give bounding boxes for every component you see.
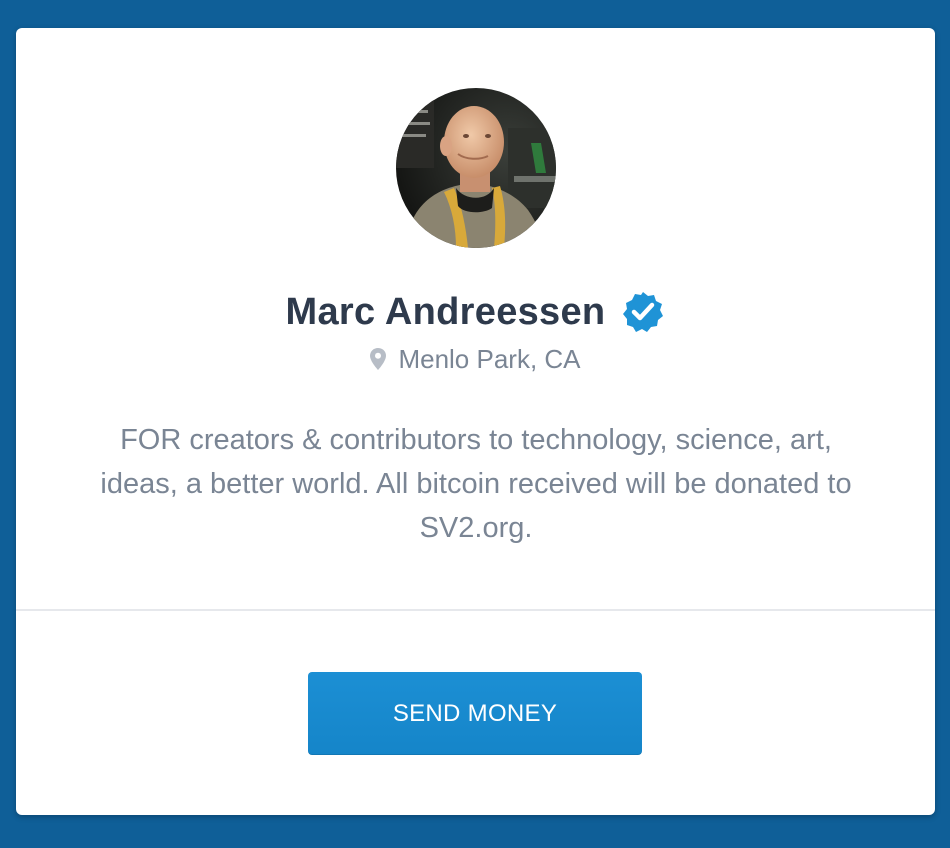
avatar-photo: [396, 88, 556, 248]
avatar: [396, 88, 556, 248]
divider: [16, 609, 935, 611]
map-pin-icon: [370, 348, 387, 370]
send-money-button[interactable]: SEND MONEY: [308, 672, 642, 755]
profile-location: Menlo Park, CA: [398, 343, 581, 374]
profile-header: Marc Andreessen Menlo Park, CA FOR creat…: [16, 28, 935, 610]
profile-bio: FOR creators & contributors to technolog…: [100, 424, 852, 544]
profile-card: Marc Andreessen Menlo Park, CA FOR creat…: [16, 28, 935, 815]
profile-name: Marc Andreessen: [285, 290, 606, 333]
verified-badge-icon: [621, 290, 665, 334]
location-row: Menlo Park, CA: [16, 341, 935, 377]
name-row: Marc Andreessen: [16, 286, 935, 338]
